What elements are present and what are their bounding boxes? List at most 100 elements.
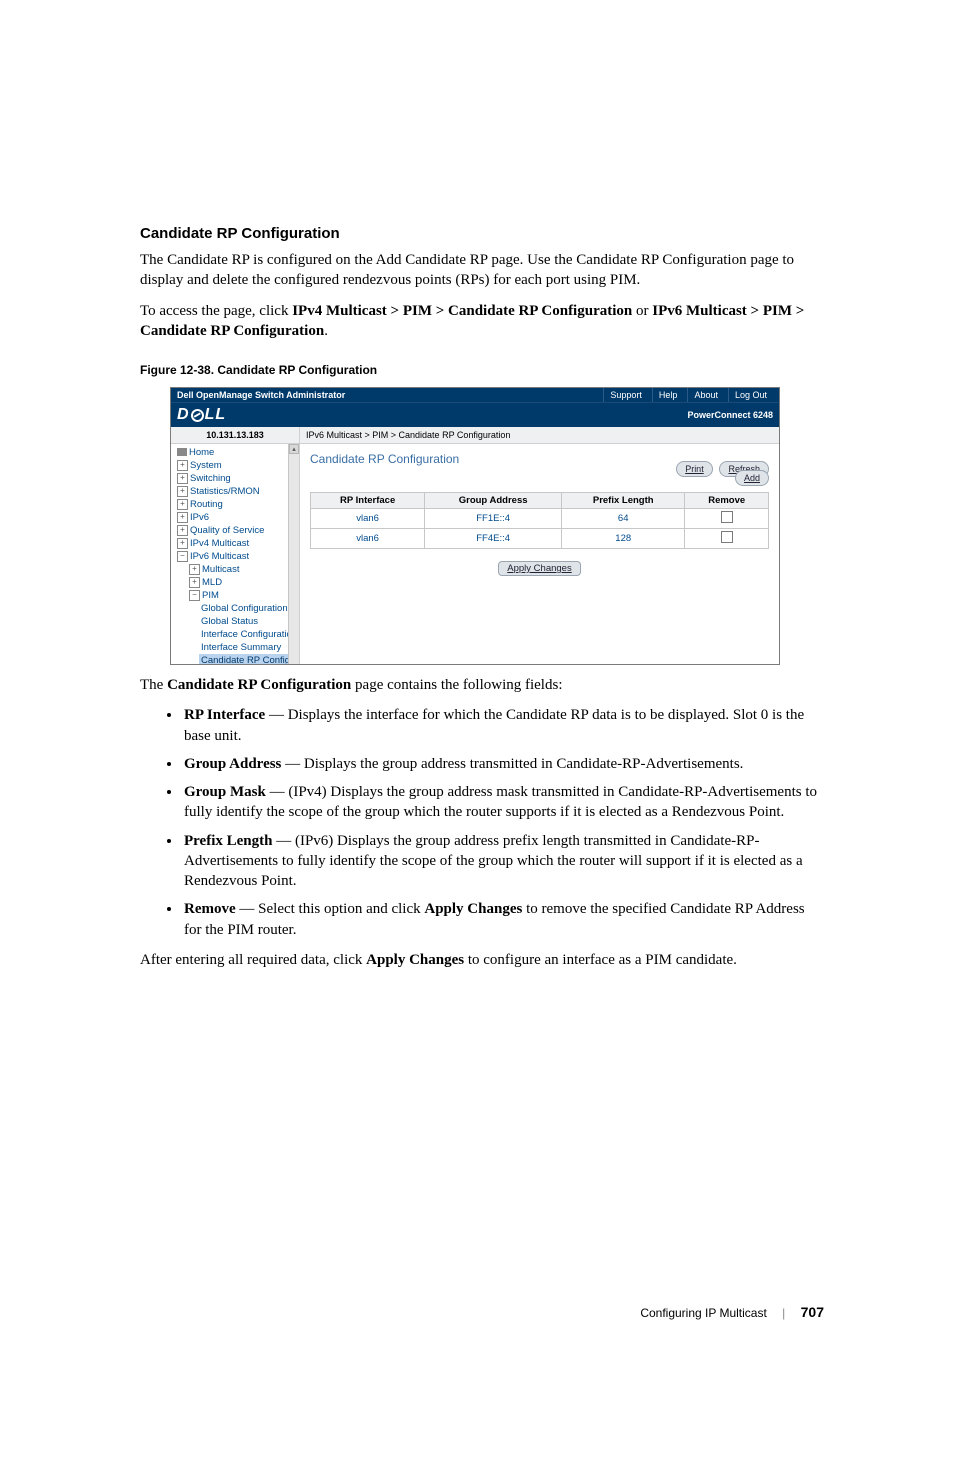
field-name: Group Mask: [184, 784, 266, 800]
nav-label: Multicast: [202, 564, 239, 575]
panel-title: Candidate RP Configuration: [310, 452, 672, 466]
field-desc: — Select this option and click: [236, 901, 425, 917]
text: .: [324, 323, 328, 339]
logo-bar: DLL PowerConnect 6248: [171, 402, 779, 427]
nav-candidate-rp[interactable]: Candidate RP Configuration: [199, 654, 299, 664]
print-button[interactable]: Print: [676, 461, 713, 477]
nav-global-config[interactable]: Global Configuration: [199, 602, 299, 615]
add-button[interactable]: Add: [735, 470, 769, 486]
expand-icon[interactable]: +: [177, 473, 188, 484]
page-number: 707: [801, 1304, 824, 1320]
nav-switching[interactable]: +Switching: [175, 472, 299, 485]
cell-prefix: 128: [562, 529, 685, 549]
table-row: vlan6 FF1E::4 64: [311, 509, 769, 529]
screenshot-figure: Dell OpenManage Switch Administrator Sup…: [170, 387, 780, 665]
field-name: Group Address: [184, 756, 281, 772]
list-item: RP Interface — Displays the interface fo…: [182, 705, 824, 746]
field-desc: — Displays the group address transmitted…: [281, 756, 743, 772]
nav-global-status[interactable]: Global Status: [199, 615, 299, 628]
about-link[interactable]: About: [687, 388, 724, 402]
header-row: 10.131.13.183 IPv6 Multicast > PIM > Can…: [171, 427, 779, 444]
list-item: Group Address — Displays the group addre…: [182, 754, 824, 774]
device-ip: 10.131.13.183: [171, 427, 300, 444]
breadcrumb: IPv6 Multicast > PIM > Candidate RP Conf…: [300, 427, 779, 444]
th-remove: Remove: [685, 493, 769, 509]
nav-label: Quality of Service: [190, 525, 264, 536]
nav-ipv6-multicast[interactable]: −IPv6 Multicast: [175, 550, 299, 563]
nav-ipv6[interactable]: +IPv6: [175, 511, 299, 524]
support-link[interactable]: Support: [603, 388, 648, 402]
cell-interface: vlan6: [311, 529, 425, 549]
field-name: RP Interface: [184, 707, 265, 723]
expand-icon[interactable]: +: [177, 460, 188, 471]
collapse-icon[interactable]: −: [189, 590, 200, 601]
expand-icon[interactable]: +: [177, 499, 188, 510]
logout-link[interactable]: Log Out: [728, 388, 773, 402]
field-desc: — (IPv4) Displays the group address mask…: [184, 784, 817, 820]
nav-label: IPv6 Multicast: [190, 551, 249, 562]
nav-label: System: [190, 460, 222, 471]
expand-icon[interactable]: +: [177, 525, 188, 536]
nav-label: IPv4 Multicast: [190, 538, 249, 549]
cell-interface: vlan6: [311, 509, 425, 529]
list-item: Prefix Length — (IPv6) Displays the grou…: [182, 831, 824, 892]
table-row: vlan6 FF4E::4 128: [311, 529, 769, 549]
closing-paragraph: After entering all required data, click …: [140, 950, 824, 970]
text: After entering all required data, click: [140, 952, 366, 968]
expand-icon[interactable]: +: [177, 538, 188, 549]
nav-routing[interactable]: +Routing: [175, 498, 299, 511]
cell-group: FF4E::4: [425, 529, 562, 549]
device-model: PowerConnect 6248: [687, 410, 773, 420]
text-bold: Apply Changes: [366, 952, 464, 968]
expand-icon[interactable]: +: [177, 512, 188, 523]
fields-intro: The Candidate RP Configuration page cont…: [140, 675, 824, 695]
expand-icon[interactable]: +: [189, 564, 200, 575]
expand-icon[interactable]: +: [189, 577, 200, 588]
text: page contains the following fields:: [351, 677, 562, 693]
text: The: [140, 677, 167, 693]
nav-mld[interactable]: +MLD: [187, 576, 299, 589]
help-link[interactable]: Help: [652, 388, 684, 402]
list-item: Remove — Select this option and click Ap…: [182, 899, 824, 940]
collapse-icon[interactable]: −: [177, 551, 188, 562]
candidate-rp-table: RP Interface Group Address Prefix Length…: [310, 492, 769, 549]
app-topbar: Dell OpenManage Switch Administrator Sup…: [171, 388, 779, 402]
text-bold: Candidate RP Configuration: [167, 677, 351, 693]
dell-logo-ring-icon: [188, 406, 206, 424]
nav-interface-config[interactable]: Interface Configuration: [199, 628, 299, 641]
nav-path-1: IPv4 Multicast > PIM > Candidate RP Conf…: [292, 303, 632, 319]
main-panel: Candidate RP Configuration Print Refresh…: [300, 444, 779, 664]
nav-system[interactable]: +System: [175, 459, 299, 472]
nav-label: Switching: [190, 473, 231, 484]
expand-icon[interactable]: +: [177, 486, 188, 497]
cell-group: FF1E::4: [425, 509, 562, 529]
fields-list: RP Interface — Displays the interface fo…: [140, 705, 824, 940]
nav-label: PIM: [202, 590, 219, 601]
cell-remove: [685, 509, 769, 529]
list-item: Group Mask — (IPv4) Displays the group a…: [182, 782, 824, 823]
nav-scrollbar[interactable]: ▴: [288, 444, 299, 664]
nav-label: IPv6: [190, 512, 209, 523]
nav-qos[interactable]: +Quality of Service: [175, 524, 299, 537]
scroll-up-icon[interactable]: ▴: [289, 444, 299, 454]
nav-multicast[interactable]: +Multicast: [187, 563, 299, 576]
section-heading: Candidate RP Configuration: [140, 225, 824, 242]
cell-prefix: 64: [562, 509, 685, 529]
apply-changes-button[interactable]: Apply Changes: [498, 561, 580, 576]
th-prefix-length: Prefix Length: [562, 493, 685, 509]
nav-interface-summary[interactable]: Interface Summary: [199, 641, 299, 654]
nav-pim[interactable]: −PIM: [187, 589, 299, 602]
field-desc: — (IPv6) Displays the group address pref…: [184, 833, 803, 890]
field-name: Remove: [184, 901, 236, 917]
th-group-address: Group Address: [425, 493, 562, 509]
nav-ipv4-multicast[interactable]: +IPv4 Multicast: [175, 537, 299, 550]
remove-checkbox[interactable]: [721, 511, 733, 523]
text: to configure an interface as a PIM candi…: [464, 952, 737, 968]
cell-remove: [685, 529, 769, 549]
nav-home[interactable]: Home: [175, 446, 299, 459]
nav-label: Statistics/RMON: [190, 486, 260, 497]
nav-stats-rmon[interactable]: +Statistics/RMON: [175, 485, 299, 498]
remove-checkbox[interactable]: [721, 531, 733, 543]
th-rp-interface: RP Interface: [311, 493, 425, 509]
app-title: Dell OpenManage Switch Administrator: [177, 388, 599, 402]
